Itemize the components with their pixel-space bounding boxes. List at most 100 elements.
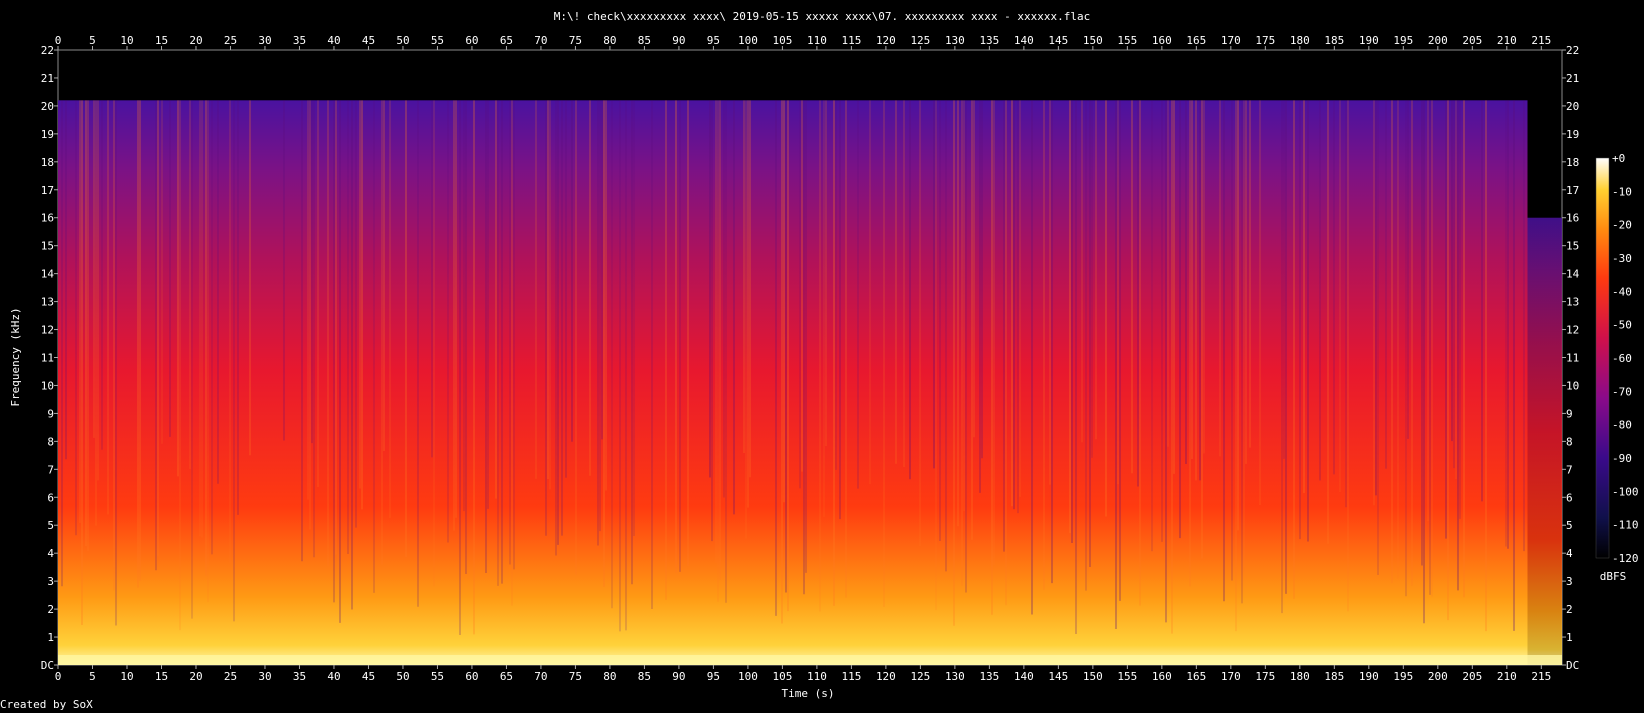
x-tick-label-bottom: 15: [155, 670, 168, 683]
y-tick-label-right: 15: [1566, 240, 1579, 253]
y-tick-label-right: 14: [1566, 268, 1580, 281]
x-tick-label-bottom: 55: [431, 670, 444, 683]
x-tick-label-bottom: 0: [55, 670, 62, 683]
y-tick-label-right: 4: [1566, 547, 1573, 560]
x-tick-label-top: 20: [189, 34, 202, 47]
x-tick-label-bottom: 130: [945, 670, 965, 683]
x-tick-label-top: 110: [807, 34, 827, 47]
x-tick-label-top: 180: [1290, 34, 1310, 47]
y-tick-label-left: DC: [41, 659, 54, 672]
x-tick-label-bottom: 105: [772, 670, 792, 683]
y-tick-label-left: 19: [41, 128, 54, 141]
x-tick-label-bottom: 125: [910, 670, 930, 683]
x-tick-label-bottom: 35: [293, 670, 306, 683]
x-tick-label-top: 15: [155, 34, 168, 47]
x-tick-label-bottom: 140: [1014, 670, 1034, 683]
y-tick-label-right: 3: [1566, 575, 1573, 588]
y-tick-label-left: 10: [41, 379, 54, 392]
x-tick-label-top: 140: [1014, 34, 1034, 47]
colorbar-tick-label: -110: [1612, 519, 1639, 532]
x-tick-label-bottom: 70: [534, 670, 547, 683]
x-tick-label-bottom: 115: [841, 670, 861, 683]
x-tick-label-top: 210: [1497, 34, 1517, 47]
y-tick-label-right: DC: [1566, 659, 1579, 672]
y-tick-label-left: 21: [41, 72, 54, 85]
x-tick-label-bottom: 95: [707, 670, 720, 683]
x-tick-label-bottom: 210: [1497, 670, 1517, 683]
x-tick-label-top: 150: [1083, 34, 1103, 47]
y-tick-label-left: 16: [41, 212, 54, 225]
x-tick-label-bottom: 165: [1186, 670, 1206, 683]
x-tick-label-top: 215: [1531, 34, 1551, 47]
x-tick-label-bottom: 110: [807, 670, 827, 683]
x-tick-label-top: 95: [707, 34, 720, 47]
x-tick-label-top: 90: [672, 34, 685, 47]
x-tick-label-top: 205: [1462, 34, 1482, 47]
spectrogram-energy: [58, 100, 1528, 665]
y-tick-label-left: 22: [41, 44, 54, 57]
y-tick-label-left: 20: [41, 100, 54, 113]
x-tick-label-top: 145: [1048, 34, 1068, 47]
x-tick-label-bottom: 40: [327, 670, 340, 683]
y-tick-label-left: 13: [41, 296, 54, 309]
x-tick-label-top: 120: [876, 34, 896, 47]
colorbar-tick-label: -70: [1612, 385, 1632, 398]
colorbar-tick-label: -10: [1612, 185, 1632, 198]
colorbar-tick-label: -80: [1612, 419, 1632, 432]
x-tick-label-bottom: 60: [465, 670, 478, 683]
y-tick-label-left: 1: [47, 631, 54, 644]
y-tick-label-left: 2: [47, 603, 54, 616]
y-tick-label-right: 11: [1566, 352, 1579, 365]
x-tick-label-bottom: 195: [1393, 670, 1413, 683]
x-tick-label-bottom: 200: [1428, 670, 1448, 683]
y-tick-label-left: 17: [41, 184, 54, 197]
x-tick-label-top: 30: [258, 34, 271, 47]
x-tick-label-top: 70: [534, 34, 547, 47]
y-tick-label-left: 8: [47, 435, 54, 448]
x-tick-label-top: 40: [327, 34, 340, 47]
y-tick-label-right: 20: [1566, 100, 1579, 113]
y-tick-label-right: 2: [1566, 603, 1573, 616]
y-tick-label-right: 6: [1566, 491, 1573, 504]
y-tick-label-left: 18: [41, 156, 54, 169]
x-tick-label-bottom: 180: [1290, 670, 1310, 683]
x-tick-label-bottom: 25: [224, 670, 237, 683]
x-tick-label-top: 45: [362, 34, 375, 47]
x-tick-label-bottom: 100: [738, 670, 758, 683]
colorbar-label: dBFS: [1600, 570, 1627, 583]
y-tick-label-right: 9: [1566, 407, 1573, 420]
x-ticks-bottom: 0 5 10 15 20 25 30 35 40 45 50 55 60 65 70 75 80 85 90 95 10…: [55, 665, 1551, 683]
y-tick-label-right: 22: [1566, 44, 1579, 57]
colorbar-tick-label: -60: [1612, 352, 1632, 365]
y-tick-label-left: 9: [47, 407, 54, 420]
y-tick-label-right: 16: [1566, 212, 1579, 225]
y-tick-label-left: 12: [41, 324, 54, 337]
y-ticks-right: DC12345678910111213141516171819202122: [1562, 44, 1580, 672]
y-tick-label-right: 17: [1566, 184, 1579, 197]
y-tick-label-left: 7: [47, 463, 54, 476]
x-tick-label-bottom: 75: [569, 670, 582, 683]
x-axis-label: Time (s): [782, 687, 835, 700]
x-tick-label-top: 75: [569, 34, 582, 47]
x-tick-label-top: 185: [1324, 34, 1344, 47]
y-tick-label-right: 19: [1566, 128, 1579, 141]
x-tick-label-bottom: 50: [396, 670, 409, 683]
x-tick-label-top: 50: [396, 34, 409, 47]
x-tick-label-bottom: 85: [638, 670, 651, 683]
y-axis-label: Frequency (kHz): [9, 307, 22, 406]
x-tick-label-bottom: 160: [1152, 670, 1172, 683]
x-tick-label-top: 0: [55, 34, 62, 47]
y-tick-label-left: 15: [41, 240, 54, 253]
x-tick-label-bottom: 205: [1462, 670, 1482, 683]
y-ticks-left: DC12345678910111213141516171819202122: [41, 44, 58, 672]
x-tick-label-top: 130: [945, 34, 965, 47]
colorbar: [1595, 157, 1610, 559]
y-tick-label-right: 13: [1566, 296, 1579, 309]
y-tick-label-right: 8: [1566, 435, 1573, 448]
colorbar-tick-label: -120: [1612, 552, 1639, 565]
colorbar-tick-label: +0: [1612, 152, 1625, 165]
x-tick-label-bottom: 215: [1531, 670, 1551, 683]
x-tick-label-bottom: 90: [672, 670, 685, 683]
colorbar-tick-label: -40: [1612, 285, 1632, 298]
x-tick-label-bottom: 30: [258, 670, 271, 683]
